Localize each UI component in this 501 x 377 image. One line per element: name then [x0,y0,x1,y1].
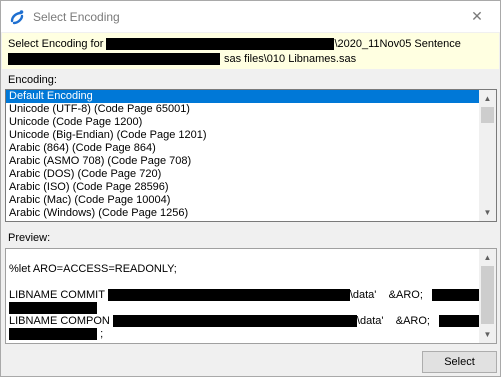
encoding-list-item[interactable]: Unicode (UTF-8) (Code Page 65001) [6,103,496,116]
close-button[interactable]: ✕ [454,1,500,31]
redacted-libname-1-path [107,289,350,302]
libname-2-prefix: LIBNAME COMPON [9,315,110,327]
preview-box: %let ARO=ACCESS=READONLY; LIBNAME COMMIT… [5,248,497,344]
encoding-label: Encoding: [8,74,57,86]
encoding-list-item[interactable]: Default Encoding [6,90,496,103]
encoding-list-item[interactable]: Unicode (Code Page 1200) [6,116,496,129]
banner-line-2: sas files\010 Libnames.sas [224,53,357,65]
banner-redaction-row [8,52,220,66]
encoding-list-item[interactable]: Arabic (Windows) (Code Page 1256) [6,207,496,220]
select-encoding-dialog: Select Encoding ✕ Select Encoding for \2… [0,0,501,377]
libname-1-opt: &ARO; [388,289,423,301]
redacted-libname-2-path [112,315,357,328]
preview-scroll-thumb[interactable] [481,266,494,324]
scroll-up-icon[interactable]: ▲ [479,249,496,266]
encoding-scrollbar[interactable]: ▲ ▼ [479,90,496,221]
encoding-listbox[interactable]: Default Encoding Unicode (UTF-8) (Code Pa… [5,89,497,222]
title-bar: Select Encoding ✕ [1,1,500,32]
encoding-list-item[interactable]: Arabic (864) (Code Page 864) [6,142,496,155]
scroll-up-icon[interactable]: ▲ [479,90,496,107]
preview-libname-1: LIBNAME COMMIT \data' &ARO; [9,289,493,302]
encoding-list-item[interactable]: Arabic (Mac) (Code Page 10004) [6,194,496,207]
encoding-list-item[interactable]: Arabic (DOS) (Code Page 720) [6,168,496,181]
preview-scrollbar[interactable]: ▲ ▼ [479,249,496,343]
libname-2-semicolon: ; [100,328,104,340]
preview-label: Preview: [8,232,51,244]
banner-prefix: Select Encoding for [8,38,104,50]
select-button[interactable]: Select [422,351,497,373]
file-banner: Select Encoding for \2020_11Nov05 Senten… [2,33,499,69]
preview-libname-1-cont [9,302,97,315]
sas-app-icon [10,10,24,25]
encoding-list-item[interactable]: Arabic (ISO) (Code Page 28596) [6,181,496,194]
libname-1-prefix: LIBNAME COMMIT [9,289,105,301]
preview-libname-2: LIBNAME COMPON \data' &ARO; [9,315,496,328]
preview-let-line: %let ARO=ACCESS=READONLY; [9,263,177,275]
redacted-libname-2-cont [9,328,97,341]
redacted-path-2 [8,53,220,66]
preview-libname-2-cont: ; [9,328,103,341]
scroll-thumb[interactable] [481,107,494,123]
libname-2-mid: \data' [356,315,384,327]
scroll-down-icon[interactable]: ▼ [479,326,496,343]
banner-path-tail: \2020_11Nov05 Sentence [334,38,461,50]
scroll-down-icon[interactable]: ▼ [479,204,496,221]
redacted-libname-1-cont [9,302,97,315]
redacted-path [106,38,335,51]
encoding-list-item[interactable]: Unicode (Big-Endian) (Code Page 1201) [6,129,496,142]
libname-2-opt: &ARO; [395,315,430,327]
banner-line-1: Select Encoding for \2020_11Nov05 Senten… [8,37,461,51]
encoding-list-item[interactable]: Arabic (ASMO 708) (Code Page 708) [6,155,496,168]
libname-1-mid: \data' [349,289,377,301]
close-icon: ✕ [471,8,483,24]
window-title: Select Encoding [33,10,120,24]
encoding-list: Default Encoding Unicode (UTF-8) (Code Pa… [6,90,496,220]
